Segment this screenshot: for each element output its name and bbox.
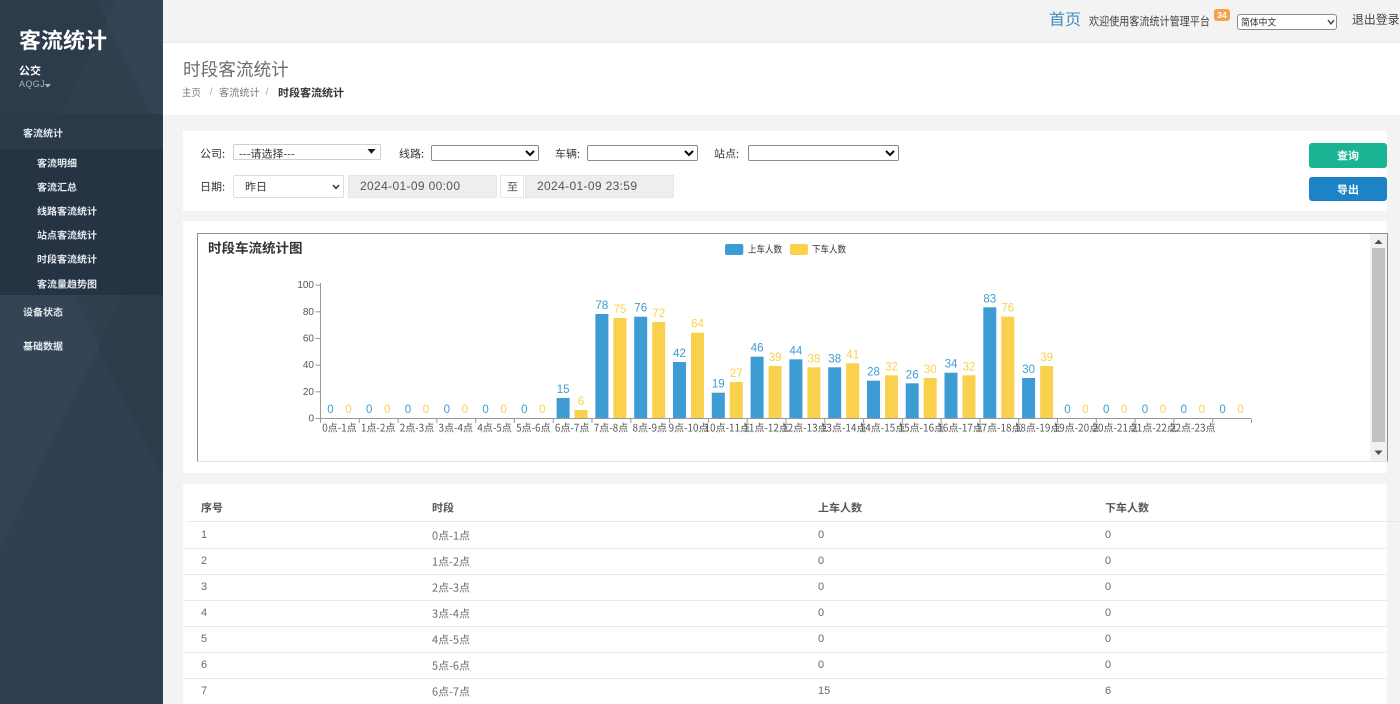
svg-text:19: 19	[712, 379, 725, 391]
svg-text:72: 72	[652, 308, 665, 320]
svg-text:30: 30	[924, 364, 937, 376]
svg-text:6: 6	[578, 396, 584, 408]
svg-text:0: 0	[366, 404, 372, 416]
svg-text:0: 0	[1121, 404, 1127, 416]
svg-text:0: 0	[405, 404, 411, 416]
svg-text:0: 0	[539, 404, 545, 416]
svg-text:27: 27	[730, 368, 743, 380]
svg-text:100: 100	[297, 280, 314, 291]
svg-text:32: 32	[885, 361, 898, 373]
svg-text:75: 75	[614, 304, 627, 316]
svg-text:0: 0	[384, 404, 390, 416]
svg-text:38: 38	[828, 353, 841, 365]
svg-text:15: 15	[557, 384, 570, 396]
svg-text:40: 40	[303, 360, 315, 371]
svg-text:0: 0	[423, 404, 429, 416]
svg-text:0: 0	[1181, 404, 1187, 416]
svg-text:0: 0	[327, 404, 333, 416]
svg-text:0: 0	[1160, 404, 1166, 416]
svg-text:0: 0	[444, 404, 450, 416]
svg-text:0: 0	[1103, 404, 1109, 416]
svg-text:0: 0	[1064, 404, 1070, 416]
svg-text:44: 44	[790, 345, 803, 357]
svg-text:76: 76	[634, 303, 647, 315]
svg-text:64: 64	[691, 319, 704, 331]
svg-text:60: 60	[303, 334, 315, 345]
svg-text:0: 0	[521, 404, 527, 416]
svg-text:0: 0	[500, 404, 506, 416]
svg-text:28: 28	[867, 367, 880, 379]
svg-text:76: 76	[1001, 303, 1014, 315]
svg-text:39: 39	[769, 352, 782, 364]
svg-text:0: 0	[1142, 404, 1148, 416]
svg-text:0: 0	[1082, 404, 1088, 416]
svg-text:26: 26	[906, 369, 919, 381]
svg-text:32: 32	[963, 361, 976, 373]
svg-text:20: 20	[303, 387, 315, 398]
svg-text:80: 80	[303, 307, 315, 318]
svg-text:41: 41	[846, 349, 859, 361]
svg-text:0: 0	[308, 414, 314, 425]
svg-text:0: 0	[482, 404, 488, 416]
svg-text:34: 34	[945, 359, 958, 371]
svg-text:0: 0	[1237, 404, 1243, 416]
svg-text:42: 42	[673, 348, 686, 360]
svg-text:78: 78	[596, 300, 609, 312]
svg-text:0: 0	[1199, 404, 1205, 416]
svg-text:30: 30	[1022, 364, 1035, 376]
svg-text:38: 38	[808, 353, 821, 365]
svg-text:0: 0	[1219, 404, 1225, 416]
svg-text:46: 46	[751, 343, 764, 355]
svg-text:39: 39	[1040, 352, 1053, 364]
svg-text:0: 0	[462, 404, 468, 416]
svg-text:83: 83	[983, 293, 996, 305]
svg-text:0: 0	[345, 404, 351, 416]
